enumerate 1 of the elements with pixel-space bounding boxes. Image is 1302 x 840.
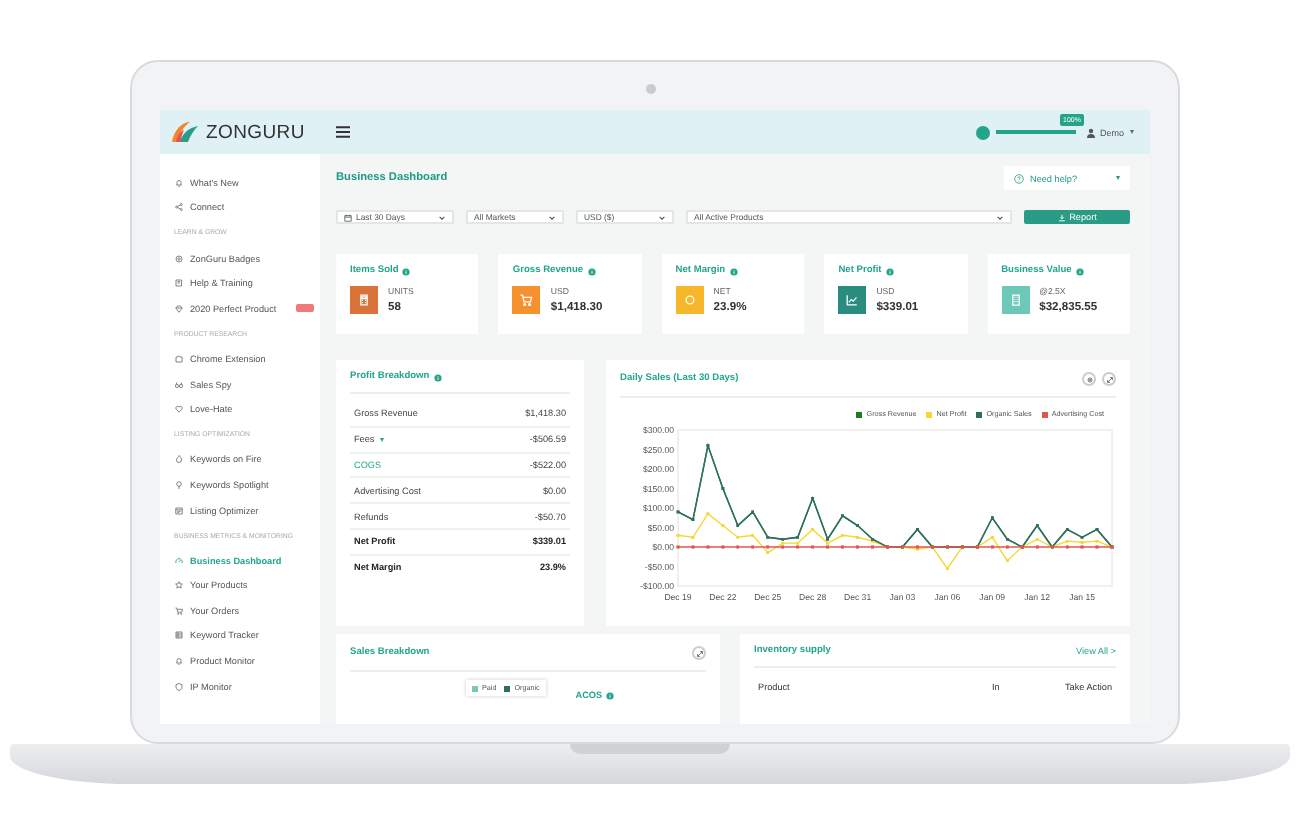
logo-text: ZONGURU xyxy=(206,121,305,143)
